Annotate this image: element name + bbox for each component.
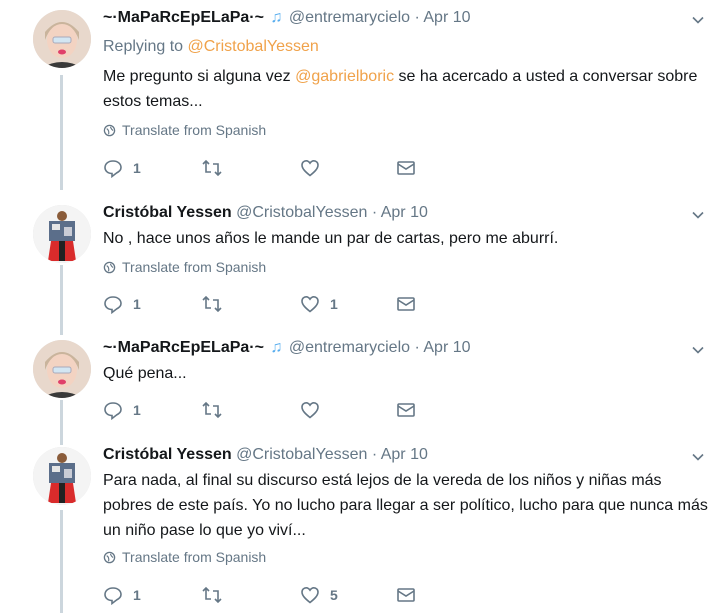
display-name[interactable]: Cristóbal Yessen bbox=[103, 204, 232, 221]
separator: · bbox=[371, 204, 378, 221]
direct-message-button[interactable] bbox=[396, 294, 416, 314]
envelope-icon bbox=[397, 588, 415, 602]
direct-message-button[interactable] bbox=[396, 158, 416, 178]
separator: · bbox=[371, 446, 378, 463]
avatar[interactable] bbox=[33, 205, 91, 263]
retweet-icon bbox=[202, 159, 222, 177]
display-name[interactable]: ~·MaPaRcEpELaPa·~ bbox=[103, 9, 264, 26]
tweet[interactable]: ~·MaPaRcEpELaPa·~ ♫ @entremarycielo · Ap… bbox=[0, 330, 728, 435]
chevron-down-icon[interactable] bbox=[690, 12, 706, 28]
heart-icon bbox=[301, 295, 319, 313]
reply-count: 1 bbox=[133, 402, 141, 418]
heart-icon bbox=[301, 159, 319, 177]
tweet-date[interactable]: Apr 10 bbox=[423, 9, 470, 26]
like-count: 1 bbox=[330, 296, 338, 312]
direct-message-button[interactable] bbox=[396, 585, 416, 605]
translate-link[interactable]: Translate from Spanish bbox=[103, 122, 266, 138]
tweet-text: Qué pena... bbox=[103, 365, 187, 382]
tweet[interactable]: Cristóbal Yessen @CristobalYessen · Apr … bbox=[0, 195, 728, 335]
music-note-icon: ♫ bbox=[270, 9, 283, 26]
user-handle[interactable]: @CristobalYessen bbox=[236, 204, 367, 221]
replying-to-link[interactable]: @CristobalYessen bbox=[188, 38, 319, 55]
retweet-button[interactable] bbox=[201, 400, 233, 420]
reply-icon bbox=[104, 402, 122, 420]
reply-button[interactable]: 1 bbox=[103, 400, 141, 420]
retweet-icon bbox=[202, 295, 222, 313]
like-button[interactable] bbox=[300, 400, 330, 420]
retweet-icon bbox=[202, 586, 222, 604]
retweet-icon bbox=[202, 401, 222, 419]
chevron-down-icon[interactable] bbox=[690, 342, 706, 358]
reply-count: 1 bbox=[133, 160, 141, 176]
envelope-icon bbox=[397, 297, 415, 311]
translate-label: Translate from Spanish bbox=[122, 122, 267, 138]
envelope-icon bbox=[397, 161, 415, 175]
chevron-down-icon[interactable] bbox=[690, 449, 706, 465]
reply-button[interactable]: 1 bbox=[103, 585, 141, 605]
mention-link[interactable]: @gabrielboric bbox=[295, 68, 394, 85]
replying-label: Replying to bbox=[103, 38, 184, 55]
envelope-icon bbox=[397, 403, 415, 417]
user-handle[interactable]: @entremarycielo bbox=[289, 339, 410, 356]
reply-count: 1 bbox=[133, 587, 141, 603]
tweet-date[interactable]: Apr 10 bbox=[381, 446, 428, 463]
reply-icon bbox=[104, 160, 122, 178]
direct-message-button[interactable] bbox=[396, 400, 416, 420]
like-count: 5 bbox=[330, 587, 338, 603]
translate-label: Translate from Spanish bbox=[122, 259, 267, 275]
heart-icon bbox=[301, 401, 319, 419]
user-handle[interactable]: @entremarycielo bbox=[289, 9, 410, 26]
avatar[interactable] bbox=[33, 340, 91, 398]
reply-button[interactable]: 1 bbox=[103, 158, 141, 178]
music-note-icon: ♫ bbox=[270, 339, 283, 356]
chevron-down-icon[interactable] bbox=[690, 207, 706, 223]
reply-count: 1 bbox=[133, 296, 141, 312]
separator: · bbox=[414, 9, 420, 26]
globe-icon bbox=[103, 551, 116, 563]
tweet[interactable]: ~·MaPaRcEpELaPa·~ ♫ @entremarycielo · Ap… bbox=[0, 0, 728, 195]
display-name[interactable]: Cristóbal Yessen bbox=[103, 446, 232, 463]
user-handle[interactable]: @CristobalYessen bbox=[236, 446, 367, 463]
like-button[interactable]: 1 bbox=[300, 294, 338, 314]
reply-icon bbox=[104, 296, 122, 314]
tweet-text: No , hace unos años le mande un par de c… bbox=[103, 230, 559, 247]
translate-link[interactable]: Translate from Spanish bbox=[103, 549, 266, 565]
retweet-button[interactable] bbox=[201, 585, 233, 605]
reply-button[interactable]: 1 bbox=[103, 294, 141, 314]
retweet-button[interactable] bbox=[201, 294, 233, 314]
heart-icon bbox=[301, 586, 319, 604]
separator: · bbox=[414, 339, 420, 356]
avatar[interactable] bbox=[33, 447, 91, 505]
like-button[interactable]: 5 bbox=[300, 585, 338, 605]
tweet-text: Me pregunto si alguna vez @gabrielboric … bbox=[103, 64, 713, 114]
tweet-date[interactable]: Apr 10 bbox=[423, 339, 470, 356]
translate-label: Translate from Spanish bbox=[122, 549, 267, 565]
tweet[interactable]: Cristóbal Yessen @CristobalYessen · Apr … bbox=[0, 437, 728, 613]
tweet-date[interactable]: Apr 10 bbox=[381, 204, 428, 221]
globe-icon bbox=[103, 261, 116, 273]
translate-link[interactable]: Translate from Spanish bbox=[103, 259, 266, 275]
like-button[interactable] bbox=[300, 158, 330, 178]
retweet-button[interactable] bbox=[201, 158, 233, 178]
display-name[interactable]: ~·MaPaRcEpELaPa·~ bbox=[103, 339, 264, 356]
avatar[interactable] bbox=[33, 10, 91, 68]
globe-icon bbox=[103, 124, 116, 136]
tweet-text: Para nada, al final su discurso está lej… bbox=[103, 472, 708, 539]
tweet-text-part: Me pregunto si alguna vez bbox=[103, 68, 296, 85]
reply-icon bbox=[104, 587, 122, 605]
